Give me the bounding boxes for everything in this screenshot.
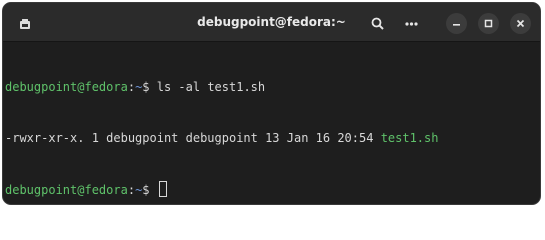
search-icon[interactable] — [367, 13, 388, 34]
more-horizontal-icon[interactable] — [401, 13, 422, 34]
prompt-separator: : — [127, 183, 136, 197]
terminal-window: debugpoint@fedora:~ debugpoint@fedora:~$… — [2, 2, 541, 205]
prompt-user-host: debugpoint@fedora — [5, 80, 128, 94]
command-text — [150, 183, 157, 197]
close-button[interactable] — [510, 13, 531, 34]
output-text: -rwxr-xr-x. 1 debugpoint debugpoint 13 J… — [5, 131, 381, 145]
prompt-separator: : — [127, 80, 136, 94]
prompt-user-host: debugpoint@fedora — [5, 183, 128, 197]
command-line: debugpoint@fedora:~$ — [5, 181, 540, 198]
output-line: -rwxr-xr-x. 1 debugpoint debugpoint 13 J… — [5, 130, 540, 147]
prompt-symbol: $ — [142, 80, 150, 94]
close-icon — [516, 19, 525, 28]
minimize-icon — [453, 24, 460, 26]
maximize-icon — [484, 19, 493, 28]
command-line: debugpoint@fedora:~$ ls -al test1.sh — [5, 79, 540, 96]
output-filename: test1.sh — [380, 131, 439, 145]
title-bar[interactable]: debugpoint@fedora:~ — [3, 3, 540, 42]
command-text: ls -al test1.sh — [149, 80, 266, 94]
minimize-button[interactable] — [446, 13, 467, 34]
terminal-output[interactable]: debugpoint@fedora:~$ ls -al test1.sh -rw… — [3, 42, 540, 204]
prompt-symbol: $ — [142, 183, 150, 197]
text-cursor — [158, 181, 167, 197]
maximize-button[interactable] — [478, 13, 499, 34]
